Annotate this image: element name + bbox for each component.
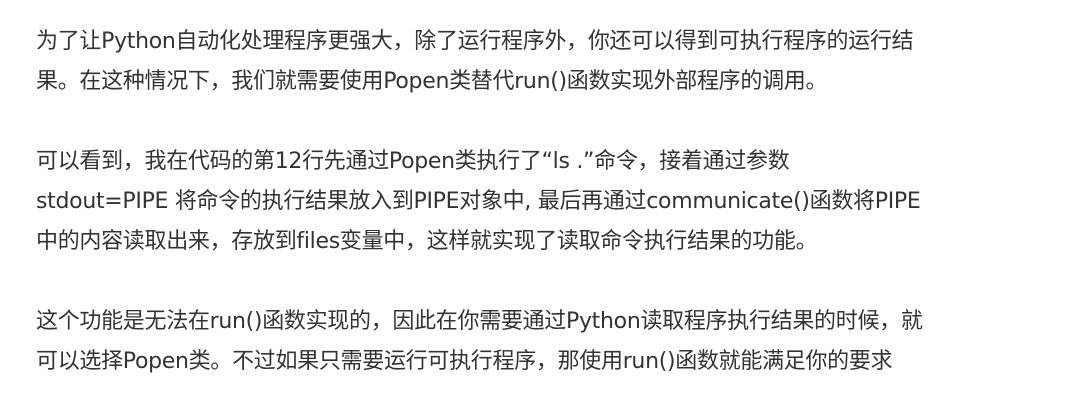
paragraph-popen-intro: 为了让Python自动化处理程序更强大，除了运行程序外，你还可以得到可执行程序的… — [36, 22, 1066, 102]
text-line: 果。在这种情况下，我们就需要使用Popen类替代run()函数实现外部程序的调用… — [36, 69, 828, 94]
text-line: 可以看到，我在代码的第12行先通过Popen类执行了“ls .”命令，接着通过参… — [36, 149, 790, 174]
text-line: 这个功能是无法在run()函数实现的，因此在你需要通过Python读取程序执行结… — [36, 309, 923, 334]
text-line: stdout=PIPE 将命令的执行结果放入到PIPE对象中, 最后再通过com… — [36, 189, 921, 214]
paragraph-conclusion: 这个功能是无法在run()函数实现的，因此在你需要通过Python读取程序执行结… — [36, 302, 1066, 382]
text-line: 可以选择Popen类。不过如果只需要运行可执行程序，那使用run()函数就能满足… — [36, 349, 893, 374]
article-body: 为了让Python自动化处理程序更强大，除了运行程序外，你还可以得到可执行程序的… — [36, 22, 1066, 382]
text-line: 为了让Python自动化处理程序更强大，除了运行程序外，你还可以得到可执行程序的… — [36, 29, 914, 54]
text-line: 中的内容读取出来，存放到files变量中，这样就实现了读取命令执行结果的功能。 — [36, 229, 818, 254]
paragraph-code-explanation: 可以看到，我在代码的第12行先通过Popen类执行了“ls .”命令，接着通过参… — [36, 142, 1066, 262]
